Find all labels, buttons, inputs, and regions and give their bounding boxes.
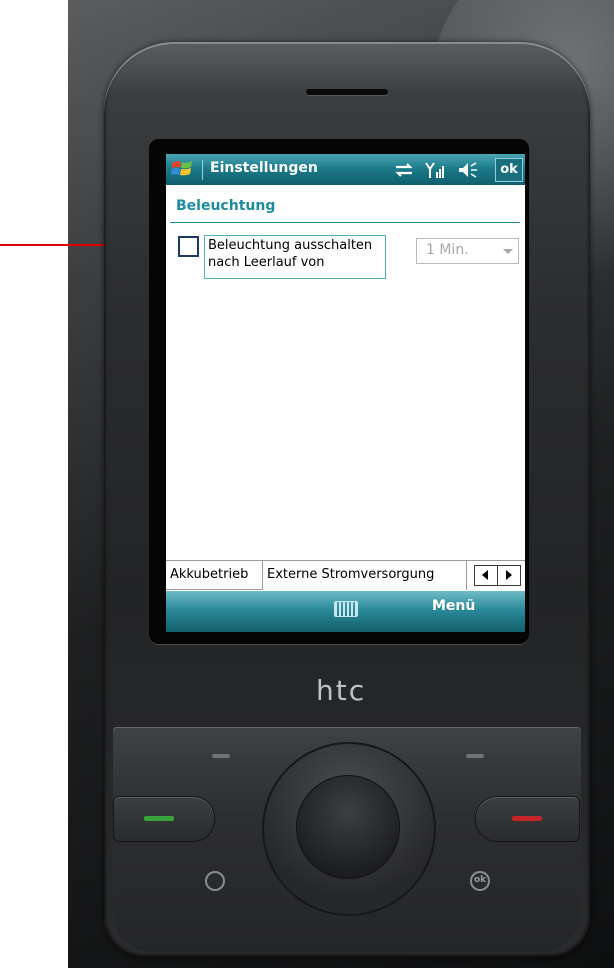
menu-softkey[interactable]: Menü	[432, 598, 475, 614]
phone-red-icon	[512, 816, 542, 821]
tab-akkubetrieb[interactable]: Akkubetrieb	[166, 561, 263, 590]
app-title: Einstellungen	[210, 160, 318, 176]
tab-scroll-control	[474, 565, 521, 586]
tab-scroll-right-button[interactable]	[498, 566, 520, 585]
windows-key-icon[interactable]	[205, 871, 225, 891]
navigation-center-button[interactable]	[296, 775, 400, 879]
tab-bar: Akkubetrieb Externe Stromversorgung	[166, 560, 525, 591]
timeout-select-value: 1 Min.	[426, 242, 469, 258]
volume-icon[interactable]	[456, 160, 480, 180]
ok-key-icon: ok	[474, 875, 487, 885]
ok-key[interactable]: ok	[470, 871, 490, 891]
title-separator	[202, 160, 203, 180]
call-button[interactable]	[113, 796, 215, 842]
left-soft-key[interactable]	[212, 754, 230, 758]
end-call-button[interactable]	[475, 796, 580, 842]
backlight-off-checkbox[interactable]	[178, 236, 199, 257]
section-divider	[170, 222, 520, 223]
backlight-off-label[interactable]: Beleuchtung ausschalten nach Leerlauf vo…	[204, 235, 386, 279]
keyboard-icon[interactable]	[334, 601, 358, 617]
signal-icon[interactable]	[424, 160, 448, 180]
tab-externe-stromversorgung[interactable]: Externe Stromversorgung	[263, 561, 467, 590]
section-title: Beleuchtung	[176, 198, 276, 214]
arrow-left-icon	[482, 570, 488, 580]
phone-green-icon	[144, 816, 174, 821]
brand-logo: htc	[316, 674, 367, 707]
chevron-down-icon	[503, 249, 513, 254]
windows-start-icon[interactable]	[170, 158, 194, 180]
right-soft-key[interactable]	[466, 754, 484, 758]
earpiece-speaker	[306, 89, 388, 95]
ok-button[interactable]: ok	[495, 158, 523, 182]
device-display: Einstellungen ok Beleuchtung Beleuchtung…	[166, 154, 525, 632]
timeout-select[interactable]: 1 Min.	[416, 238, 519, 264]
arrow-right-icon	[506, 570, 512, 580]
sync-icon[interactable]	[392, 160, 416, 180]
softkey-bar: Menü	[166, 591, 525, 632]
title-bar: Einstellungen ok	[166, 154, 525, 185]
tab-scroll-left-button[interactable]	[475, 566, 498, 585]
